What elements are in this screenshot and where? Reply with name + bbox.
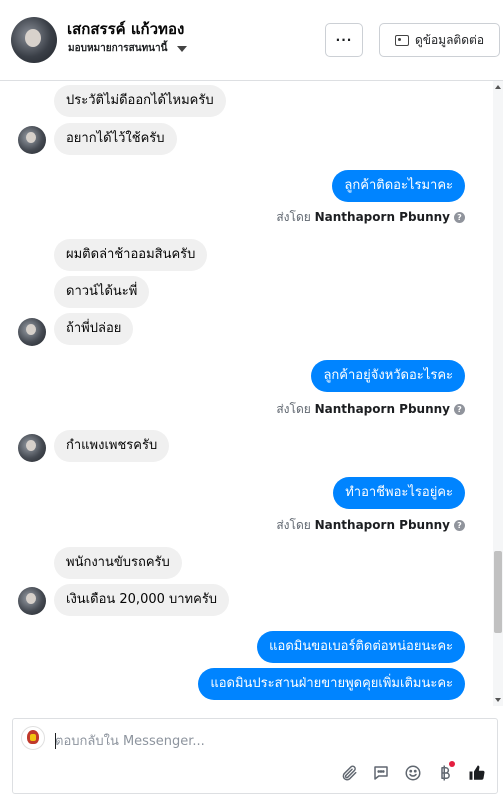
help-icon[interactable]: ? <box>454 404 465 415</box>
contact-avatar-small <box>18 434 46 462</box>
assign-label: มอบหมายการสนทนานี้ <box>68 43 168 54</box>
paperclip-icon[interactable] <box>339 763 359 783</box>
outgoing-message: ทำอาชีพอะไรอยู่คะ <box>333 477 465 509</box>
incoming-message: กำแพงเพชรครับ <box>54 430 170 462</box>
incoming-message: อยากได้ไว้ใช้ครับ <box>54 123 177 155</box>
contact-avatar[interactable] <box>11 17 57 63</box>
text-cursor <box>55 733 56 749</box>
scrollbar-thumb[interactable] <box>494 551 502 633</box>
outgoing-message: ลูกค้าติดอะไรมาคะ <box>332 170 465 202</box>
sent-by-label: ส่งโดย Nanthaporn Pbunny? <box>276 400 465 419</box>
scroll-up-arrow-icon[interactable] <box>495 85 501 89</box>
incoming-message: ถ้าพี่ปล่อย <box>54 313 134 345</box>
contact-name[interactable]: เสกสรรค์ แก้วทอง <box>67 17 184 41</box>
reply-input[interactable] <box>55 732 355 750</box>
sent-by-prefix: ส่งโดย <box>276 402 311 416</box>
composer-toolbar <box>339 761 487 783</box>
contact-avatar-small <box>18 587 46 615</box>
view-contact-info-button[interactable]: ดูข้อมูลติดต่อ <box>379 23 500 57</box>
smiley-icon[interactable] <box>403 763 423 783</box>
baht-icon[interactable] <box>435 761 455 783</box>
contact-card-icon <box>394 34 409 46</box>
scroll-down-arrow-icon[interactable] <box>495 698 501 702</box>
sent-by-label: ส่งโดย Nanthaporn Pbunny? <box>276 516 465 535</box>
outgoing-message: แอดมินขอเบอร์ติดต่อหน่อยนะคะ <box>257 631 465 663</box>
chat-bubble-icon[interactable] <box>371 763 391 783</box>
incoming-message: ผมติดล่าช้าออมสินครับ <box>54 239 208 271</box>
notification-dot <box>449 761 455 767</box>
incoming-message: ดาวน์ได้นะพี่ <box>54 276 150 308</box>
sent-by-prefix: ส่งโดย <box>276 518 311 532</box>
help-icon[interactable]: ? <box>454 212 465 223</box>
help-icon[interactable]: ? <box>454 520 465 531</box>
thread-scrollbar[interactable] <box>493 81 503 706</box>
conversation-header: เสกสรรค์ แก้วทอง มอบหมายการสนทนานี้ ··· … <box>0 0 503 81</box>
message-composer <box>12 718 498 794</box>
more-options-button[interactable]: ··· <box>325 23 363 57</box>
thumbs-up-icon[interactable] <box>467 763 487 783</box>
message-thread: ประวัติไม่ดีออกได้ไหมครับ อยากได้ไว้ใช้ค… <box>0 81 492 706</box>
view-contact-info-label: ดูข้อมูลติดต่อ <box>414 32 485 47</box>
sent-by-label: ส่งโดย Nanthaporn Pbunny? <box>276 208 465 227</box>
sent-by-prefix: ส่งโดย <box>276 210 311 224</box>
incoming-message: ประวัติไม่ดีออกได้ไหมครับ <box>54 85 226 117</box>
sender-name: Nanthaporn Pbunny <box>314 518 450 532</box>
outgoing-message: แอดมินประสานฝ่ายขายพูดคุยเพิ่มเติมนะคะ <box>198 668 465 700</box>
incoming-message: เงินเดือน 20,000 บาทครับ <box>54 584 230 616</box>
sender-name: Nanthaporn Pbunny <box>314 210 450 224</box>
outgoing-message: ลูกค้าอยู่จังหวัดอะไรคะ <box>311 360 465 392</box>
sender-name: Nanthaporn Pbunny <box>314 402 450 416</box>
chevron-down-icon <box>177 45 188 52</box>
assign-conversation-dropdown[interactable]: มอบหมายการสนทนานี้ <box>68 41 188 56</box>
contact-avatar-small <box>18 318 46 346</box>
incoming-message: พนักงานขับรถครับ <box>54 547 182 579</box>
page-avatar <box>21 726 45 750</box>
contact-avatar-small <box>18 126 46 154</box>
